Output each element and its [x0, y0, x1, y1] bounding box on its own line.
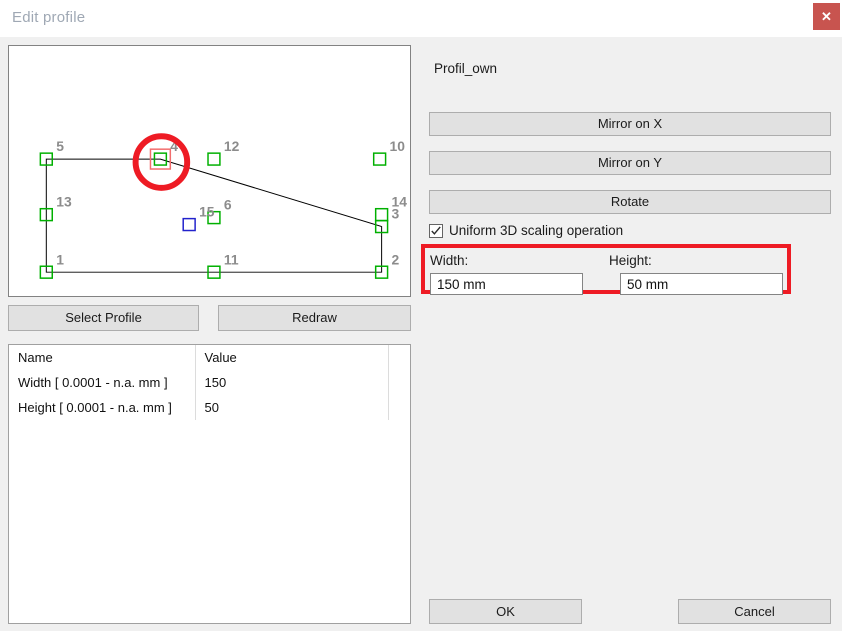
checkmark-icon [429, 223, 443, 238]
ok-button[interactable]: OK [429, 599, 582, 624]
height-input[interactable] [620, 273, 783, 295]
mirror-on-x-button[interactable]: Mirror on X [429, 112, 831, 136]
node-label-3: 3 [392, 206, 400, 222]
cell-spacer [388, 370, 410, 395]
table-header-row: Name Value [9, 345, 410, 370]
profile-node-15[interactable] [182, 217, 196, 232]
cancel-button[interactable]: Cancel [678, 599, 831, 624]
uniform-3d-scaling-label: Uniform 3D scaling operation [449, 223, 624, 238]
node-highlight-annotation [132, 133, 191, 191]
profile-node-14[interactable] [374, 207, 389, 222]
width-input[interactable] [430, 273, 583, 295]
title-bar: Edit profile ✕ [0, 0, 842, 37]
cell-name: Width [ 0.0001 - n.a. mm ] [18, 375, 168, 390]
node-label-6: 6 [224, 197, 232, 213]
node-label-5: 5 [56, 138, 64, 154]
page-title: Edit profile [12, 9, 86, 26]
property-table[interactable]: Name Value Width [ 0.0001 - n.a. mm ] 150… [8, 344, 411, 624]
node-label-13: 13 [56, 194, 72, 210]
profile-drawing: 5 4 12 1013 6151431 11 2 [39, 133, 407, 279]
dialog-body: 5 4 12 10 13 6 15 14 3 1 11 2 Select Profile Redraw… [0, 37, 842, 631]
table-row[interactable]: Width [ 0.0001 - n.a. mm ] 150 [9, 370, 410, 395]
cell-value: 150 [204, 375, 227, 390]
rotate-button[interactable]: Rotate [429, 190, 831, 214]
profile-name-label: Profil_own [434, 61, 498, 76]
width-label: Width: [430, 253, 469, 268]
profile-node-10[interactable] [372, 152, 387, 166]
cell-name: Height [ 0.0001 - n.a. mm ] [18, 400, 172, 415]
table-row[interactable]: Height [ 0.0001 - n.a. mm ] 50 [9, 395, 410, 420]
node-label-2: 2 [392, 251, 400, 267]
cell-value: 50 [204, 400, 219, 415]
column-header-name: Name [18, 350, 53, 365]
select-profile-button[interactable]: Select Profile [8, 305, 199, 331]
node-label-11: 11 [224, 251, 239, 267]
cell-spacer [388, 395, 410, 420]
node-label-15: 15 [199, 204, 215, 220]
node-label-12: 12 [224, 138, 240, 154]
redraw-button[interactable]: Redraw [218, 305, 411, 331]
column-header-spacer [388, 345, 410, 370]
mirror-on-y-button[interactable]: Mirror on Y [429, 151, 831, 175]
height-label: Height: [609, 253, 652, 268]
close-icon[interactable]: ✕ [813, 3, 840, 30]
profile-node-12[interactable] [207, 152, 221, 166]
node-label-10: 10 [390, 138, 406, 154]
uniform-3d-scaling-checkbox[interactable]: Uniform 3D scaling operation [429, 223, 623, 238]
profile-preview-canvas[interactable]: 5 4 12 10 13 6 15 14 3 1 11 2 [8, 45, 411, 297]
node-label-1: 1 [56, 251, 64, 267]
edit-profile-dialog: Edit profile ✕ 5 4 12 10 13 6 15 14 3 1 11 2 Select… [0, 0, 842, 631]
column-header-value: Value [204, 350, 237, 365]
